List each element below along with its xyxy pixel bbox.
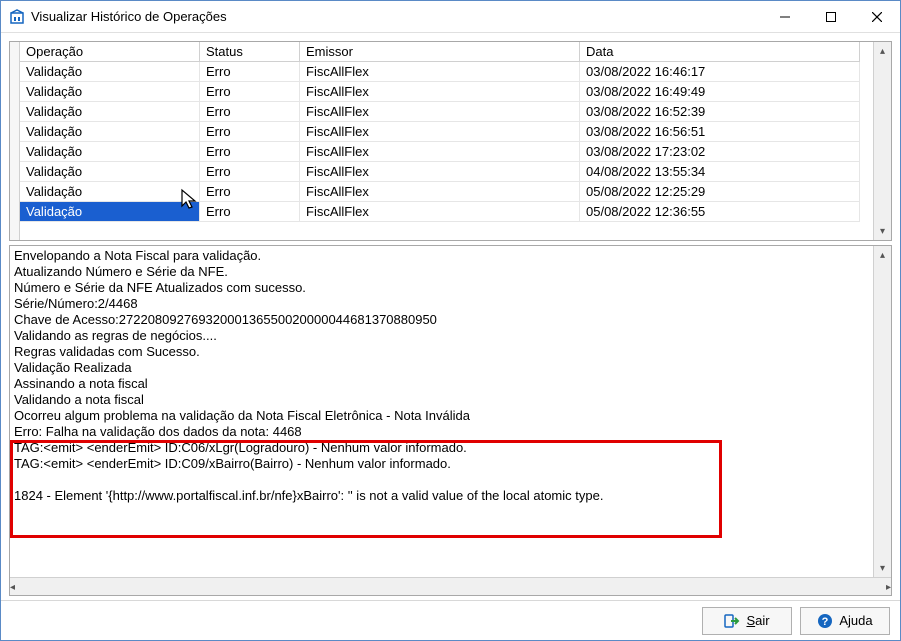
log-body[interactable]: Envelopando a Nota Fiscal para validação… — [10, 246, 891, 577]
cell-data: 05/08/2022 12:25:29 — [580, 182, 860, 202]
table-row[interactable]: ValidaçãoErroFiscAllFlex05/08/2022 12:25… — [20, 182, 873, 202]
scroll-up-icon[interactable]: ▴ — [874, 246, 891, 264]
log-line: Assinando a nota fiscal — [14, 376, 887, 392]
cell-status: Erro — [200, 82, 300, 102]
svg-text:?: ? — [822, 616, 829, 628]
log-line: Validação Realizada — [14, 360, 887, 376]
titlebar: Visualizar Histórico de Operações — [1, 1, 900, 33]
operations-grid[interactable]: Operação Status Emissor Data ValidaçãoEr… — [9, 41, 892, 241]
cell-emissor: FiscAllFlex — [300, 142, 580, 162]
log-line: Chave de Acesso:272208092769320001365500… — [14, 312, 887, 328]
cell-emissor: FiscAllFlex — [300, 182, 580, 202]
cell-data: 04/08/2022 13:55:34 — [580, 162, 860, 182]
log-line: Validando as regras de negócios.... — [14, 328, 887, 344]
scroll-right-icon[interactable]: ▸ — [886, 578, 891, 596]
cell-data: 05/08/2022 12:36:55 — [580, 202, 860, 222]
help-icon: ? — [817, 613, 833, 629]
grid-scrollbar-vertical[interactable]: ▴ ▾ — [873, 42, 891, 240]
cell-emissor: FiscAllFlex — [300, 102, 580, 122]
log-line: TAG:<emit> <enderEmit> ID:C09/xBairro(Ba… — [14, 456, 887, 472]
table-row[interactable]: ValidaçãoErroFiscAllFlex04/08/2022 13:55… — [20, 162, 873, 182]
cell-op: Validação — [20, 102, 200, 122]
scroll-left-icon[interactable]: ◂ — [10, 578, 15, 596]
log-line: Número e Série da NFE Atualizados com su… — [14, 280, 887, 296]
log-line — [14, 472, 887, 488]
log-line: 1824 - Element '{http://www.portalfiscal… — [14, 488, 887, 504]
table-row[interactable]: ValidaçãoErroFiscAllFlex03/08/2022 16:56… — [20, 122, 873, 142]
cell-data: 03/08/2022 16:49:49 — [580, 82, 860, 102]
cell-emissor: FiscAllFlex — [300, 62, 580, 82]
cell-data: 03/08/2022 16:56:51 — [580, 122, 860, 142]
log-line: Regras validadas com Sucesso. — [14, 344, 887, 360]
table-row[interactable]: ValidaçãoErroFiscAllFlex03/08/2022 17:23… — [20, 142, 873, 162]
cell-op: Validação▶ — [20, 202, 200, 222]
minimize-button[interactable] — [762, 1, 808, 32]
sair-button[interactable]: Sair — [702, 607, 792, 635]
grid-row-indicator-gutter — [10, 42, 20, 240]
cell-status: Erro — [200, 202, 300, 222]
cell-op: Validação — [20, 142, 200, 162]
cell-emissor: FiscAllFlex — [300, 202, 580, 222]
log-line: Validando a nota fiscal — [14, 392, 887, 408]
scroll-down-icon[interactable]: ▾ — [874, 222, 891, 240]
log-line: TAG:<emit> <enderEmit> ID:C06/xLgr(Logra… — [14, 440, 887, 456]
sair-label: Sair — [746, 613, 769, 628]
cell-op: Validação — [20, 162, 200, 182]
col-header-operacao[interactable]: Operação — [20, 42, 200, 62]
log-line: Série/Número:2/4468 — [14, 296, 887, 312]
log-panel: Envelopando a Nota Fiscal para validação… — [9, 245, 892, 596]
scroll-up-icon[interactable]: ▴ — [874, 42, 891, 60]
col-header-status[interactable]: Status — [200, 42, 300, 62]
table-row[interactable]: ValidaçãoErroFiscAllFlex03/08/2022 16:46… — [20, 62, 873, 82]
close-button[interactable] — [854, 1, 900, 32]
cell-op: Validação — [20, 62, 200, 82]
scroll-down-icon[interactable]: ▾ — [874, 559, 891, 577]
cell-op: Validação — [20, 182, 200, 202]
exit-icon — [724, 613, 740, 629]
table-row[interactable]: ValidaçãoErroFiscAllFlex03/08/2022 16:49… — [20, 82, 873, 102]
table-row[interactable]: ValidaçãoErroFiscAllFlex03/08/2022 16:52… — [20, 102, 873, 122]
log-line: Erro: Falha na validação dos dados da no… — [14, 424, 887, 440]
cell-status: Erro — [200, 162, 300, 182]
ajuda-button[interactable]: ? Ajuda — [800, 607, 890, 635]
grid-header: Operação Status Emissor Data — [20, 42, 873, 62]
table-row[interactable]: Validação▶ErroFiscAllFlex05/08/2022 12:3… — [20, 202, 873, 222]
ajuda-label: Ajuda — [839, 613, 872, 628]
cell-status: Erro — [200, 122, 300, 142]
cell-data: 03/08/2022 17:23:02 — [580, 142, 860, 162]
log-line: Ocorreu algum problema na validação da N… — [14, 408, 887, 424]
cell-data: 03/08/2022 16:52:39 — [580, 102, 860, 122]
cell-data: 03/08/2022 16:46:17 — [580, 62, 860, 82]
cell-status: Erro — [200, 142, 300, 162]
cell-emissor: FiscAllFlex — [300, 122, 580, 142]
log-scrollbar-horizontal[interactable]: ◂ ▸ — [10, 577, 891, 595]
cell-op: Validação — [20, 122, 200, 142]
cell-emissor: FiscAllFlex — [300, 82, 580, 102]
log-line: Envelopando a Nota Fiscal para validação… — [14, 248, 887, 264]
cell-status: Erro — [200, 102, 300, 122]
col-header-data[interactable]: Data — [580, 42, 860, 62]
log-line: Atualizando Número e Série da NFE. — [14, 264, 887, 280]
cell-status: Erro — [200, 182, 300, 202]
footer: Sair ? Ajuda — [1, 600, 900, 640]
maximize-button[interactable] — [808, 1, 854, 32]
cell-status: Erro — [200, 62, 300, 82]
cell-op: Validação — [20, 82, 200, 102]
col-header-emissor[interactable]: Emissor — [300, 42, 580, 62]
window: Visualizar Histórico de Operações Operaç… — [0, 0, 901, 641]
window-title: Visualizar Histórico de Operações — [31, 9, 227, 24]
app-icon — [9, 9, 25, 25]
cell-emissor: FiscAllFlex — [300, 162, 580, 182]
log-scrollbar-vertical[interactable]: ▴ ▾ — [873, 246, 891, 577]
